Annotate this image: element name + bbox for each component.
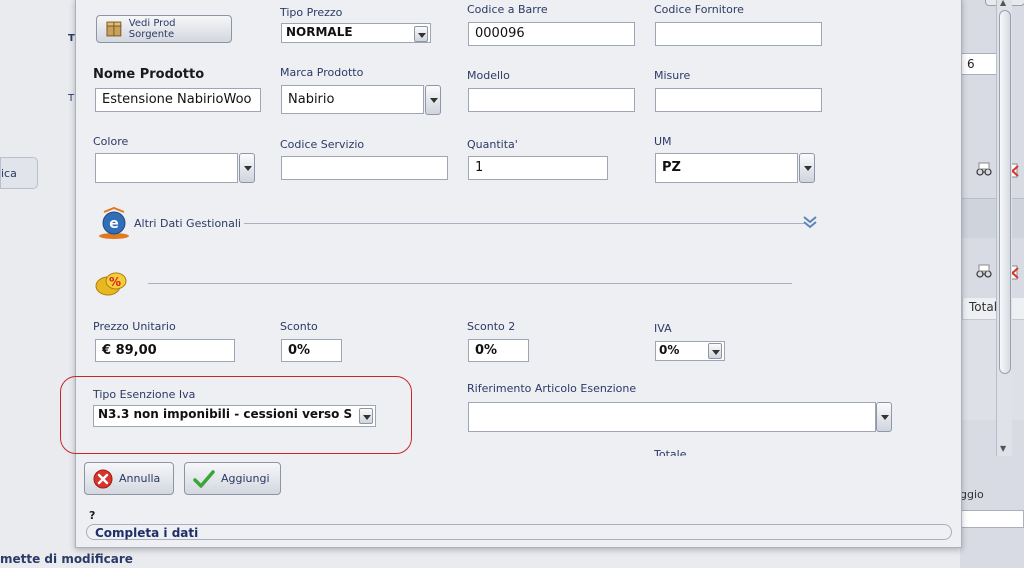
chevron-down-icon[interactable] (708, 343, 722, 359)
chevron-down-icon[interactable] (425, 85, 441, 115)
iva-select[interactable]: 0% (655, 341, 725, 361)
background-tab[interactable]: ica (0, 157, 38, 189)
iva-value: 0% (659, 343, 680, 357)
chevron-down-icon[interactable] (239, 153, 255, 183)
column-header-totale[interactable]: Totale (962, 298, 1024, 320)
codice-barre-input[interactable]: 000096 (468, 22, 635, 46)
um-label: UM (654, 135, 672, 148)
cancel-label: Annulla (119, 472, 161, 485)
marca-prodotto-select[interactable]: Nabirio (281, 85, 424, 114)
modello-label: Modello (467, 69, 510, 82)
tipo-prezzo-label: Tipo Prezzo (280, 6, 343, 19)
dialog-scrollbar[interactable]: ▲ ▼ (996, 0, 1012, 456)
totale-label: Totale (654, 448, 687, 456)
um-value: PZ (662, 160, 681, 175)
tipo-prezzo-select[interactable]: NORMALE (281, 23, 431, 43)
misure-input[interactable] (655, 88, 822, 112)
background-panel (960, 0, 1024, 568)
scroll-up-icon[interactable]: ▲ (1000, 0, 1006, 7)
codice-fornitore-label: Codice Fornitore (654, 3, 744, 16)
modello-input[interactable] (468, 88, 635, 112)
iva-label: IVA (654, 322, 672, 335)
cancel-button[interactable]: Annulla (84, 462, 174, 495)
prezzo-unitario-label: Prezzo Unitario (93, 320, 176, 333)
colore-label: Colore (93, 135, 129, 148)
highlight-annotation (60, 376, 412, 454)
chevron-double-down-icon[interactable] (802, 214, 818, 230)
percent-coins-icon: % (95, 272, 127, 296)
cancel-icon (93, 469, 113, 488)
background-label: T (68, 93, 75, 104)
svg-text:e: e (109, 216, 119, 232)
status-text: Completa i dati (95, 526, 199, 540)
chevron-down-icon[interactable] (414, 26, 428, 42)
add-label: Aggiungi (221, 472, 270, 485)
tipo-prezzo-value: NORMALE (286, 25, 353, 39)
riferimento-articolo-label: Riferimento Articolo Esenzione (467, 382, 637, 395)
box-icon (106, 21, 122, 37)
colore-select[interactable] (95, 153, 238, 183)
glasses-icon[interactable] (976, 264, 992, 280)
add-product-dialog: Vedi Prod Sorgente Tipo Prezzo NORMALE C… (75, 0, 1012, 548)
background-table-body (962, 320, 1024, 420)
checkmark-icon (193, 469, 215, 488)
help-mark[interactable]: ? (89, 509, 95, 522)
view-source-product-label: Vedi Prod Sorgente (128, 18, 176, 40)
svg-text:%: % (109, 275, 121, 289)
prezzo-unitario-input[interactable]: € 89,00 (95, 339, 235, 362)
quantita-input[interactable]: 1 (468, 156, 608, 180)
background-label: ggio (960, 488, 984, 501)
section-divider (244, 223, 804, 224)
misure-label: Misure (654, 69, 691, 82)
status-bar: Completa i dati (86, 524, 952, 540)
codice-fornitore-input[interactable] (655, 22, 822, 46)
scroll-down-icon[interactable]: ▼ (1000, 444, 1006, 453)
marca-prodotto-value: Nabirio (288, 92, 335, 107)
um-select[interactable]: PZ (655, 153, 798, 183)
add-button[interactable]: Aggiungi (184, 462, 281, 495)
sconto-input[interactable]: 0% (281, 339, 342, 362)
codice-barre-label: Codice a Barre (467, 3, 548, 16)
chevron-down-icon[interactable] (799, 153, 815, 183)
background-field[interactable] (960, 510, 1024, 528)
nome-prodotto-label: Nome Prodotto (93, 67, 205, 82)
riferimento-articolo-select[interactable] (468, 402, 876, 432)
marca-prodotto-label: Marca Prodotto (280, 66, 364, 79)
background-label: T (68, 33, 75, 44)
codice-servizio-label: Codice Servizio (280, 138, 365, 151)
sconto2-input[interactable]: 0% (468, 339, 529, 362)
background-footer-text: mette di modificare (0, 552, 133, 566)
sconto2-label: Sconto 2 (467, 320, 516, 333)
scrollbar-thumb[interactable] (999, 10, 1011, 374)
section-divider (148, 283, 792, 284)
altri-dati-label[interactable]: Altri Dati Gestionali (134, 217, 241, 230)
codice-servizio-input[interactable] (281, 156, 448, 180)
sconto-label: Sconto (280, 320, 318, 333)
chevron-down-icon[interactable] (876, 402, 892, 432)
quantita-label: Quantita' (467, 138, 518, 151)
info-e-icon: e (99, 206, 129, 239)
view-source-product-button[interactable]: Vedi Prod Sorgente (96, 15, 232, 43)
glasses-icon[interactable] (976, 162, 992, 178)
nome-prodotto-input[interactable]: Estensione NabirioWoo (95, 88, 261, 112)
background-tab-label: ica (1, 167, 17, 180)
background-table-header (960, 198, 1024, 238)
